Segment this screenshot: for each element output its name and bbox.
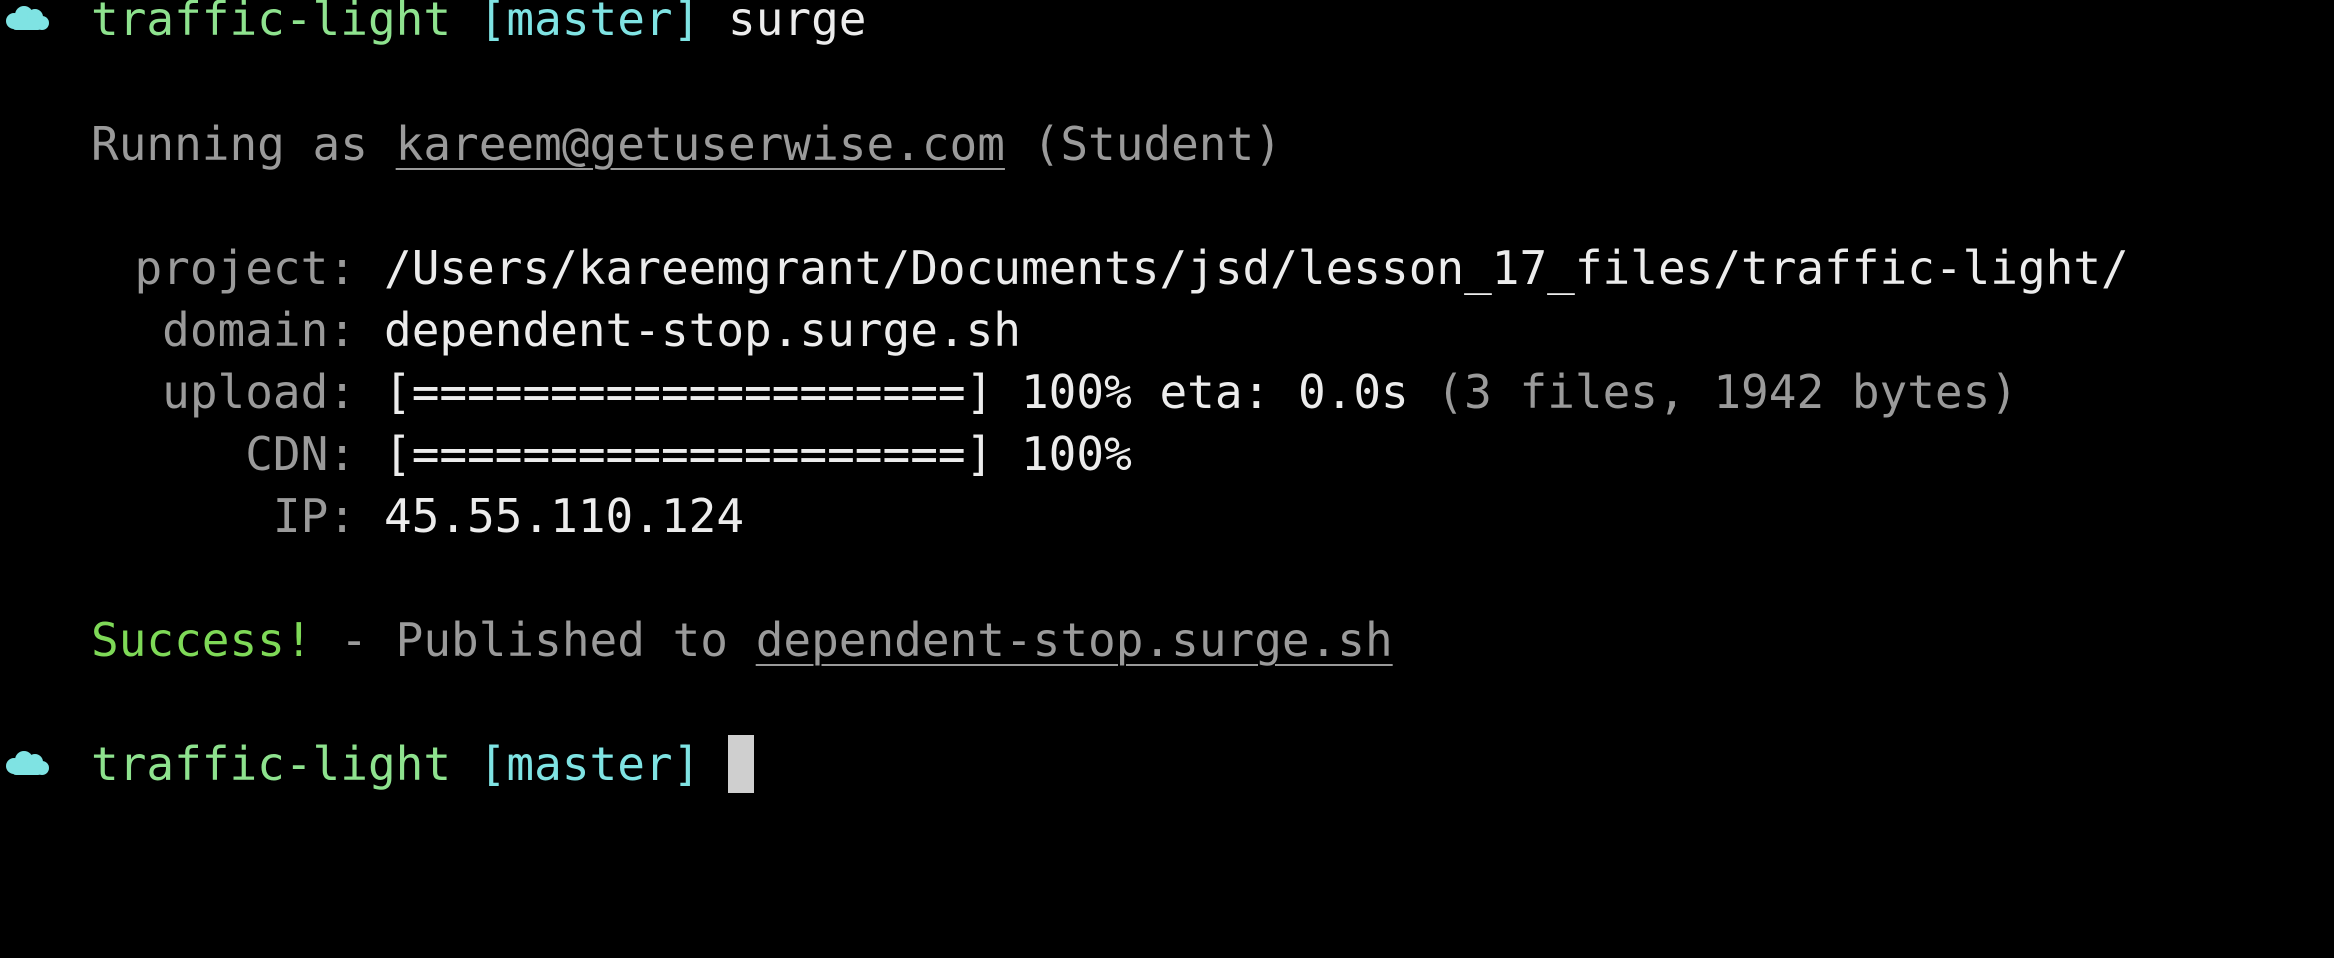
domain-key: domain: <box>162 303 356 357</box>
cdn-row: CDN: [====================] 100% <box>0 423 1132 485</box>
upload-progress-bar: [====================] <box>384 365 994 419</box>
project-row: project: /Users/kareemgrant/Documents/jsd… <box>0 237 2129 299</box>
upload-file-info: (3 files, 1942 bytes) <box>1436 365 2019 419</box>
cloud-icon <box>6 751 49 775</box>
prompt-line-1: traffic-light [master] surge <box>0 0 866 50</box>
cdn-key: CDN: <box>245 427 356 481</box>
ip-key: IP: <box>272 489 356 543</box>
prompt-line-2: traffic-light [master] <box>0 733 754 795</box>
upload-eta: eta: 0.0s <box>1159 365 1409 419</box>
ip-row: IP: 45.55.110.124 <box>0 485 744 547</box>
running-as-line: Running as kareem@getuserwise.com (Stude… <box>0 113 1282 175</box>
typed-command: surge <box>728 0 867 46</box>
account-role: (Student) <box>1032 117 1282 171</box>
published-domain-link[interactable]: dependent-stop.surge.sh <box>756 609 1393 671</box>
cloud-icon <box>6 6 49 30</box>
success-label: Success! <box>91 613 313 667</box>
upload-percent: 100% <box>1020 365 1132 419</box>
upload-row: upload: [====================] 100% eta: … <box>0 361 2018 423</box>
upload-key: upload: <box>162 365 356 419</box>
account-email-link[interactable]: kareem@getuserwise.com <box>396 113 1005 175</box>
published-to-text: - Published to <box>340 613 728 667</box>
cdn-progress-bar: [====================] <box>384 427 994 481</box>
cdn-percent: 100% <box>1020 427 1132 481</box>
ip-value: 45.55.110.124 <box>384 489 745 543</box>
prompt-directory: traffic-light <box>91 0 452 46</box>
project-path: /Users/kareemgrant/Documents/jsd/lesson_… <box>384 241 2129 295</box>
prompt-directory: traffic-light <box>91 737 452 791</box>
project-key: project: <box>134 241 356 295</box>
prompt-branch: [master] <box>478 737 701 791</box>
domain-row: domain: dependent-stop.surge.sh <box>0 299 1021 361</box>
terminal-cursor[interactable] <box>728 735 754 793</box>
success-line: Success! - Published to dependent-stop.s… <box>0 609 1393 671</box>
domain-value: dependent-stop.surge.sh <box>384 303 1021 357</box>
running-as-label: Running as <box>91 117 368 171</box>
prompt-branch: [master] <box>478 0 701 46</box>
